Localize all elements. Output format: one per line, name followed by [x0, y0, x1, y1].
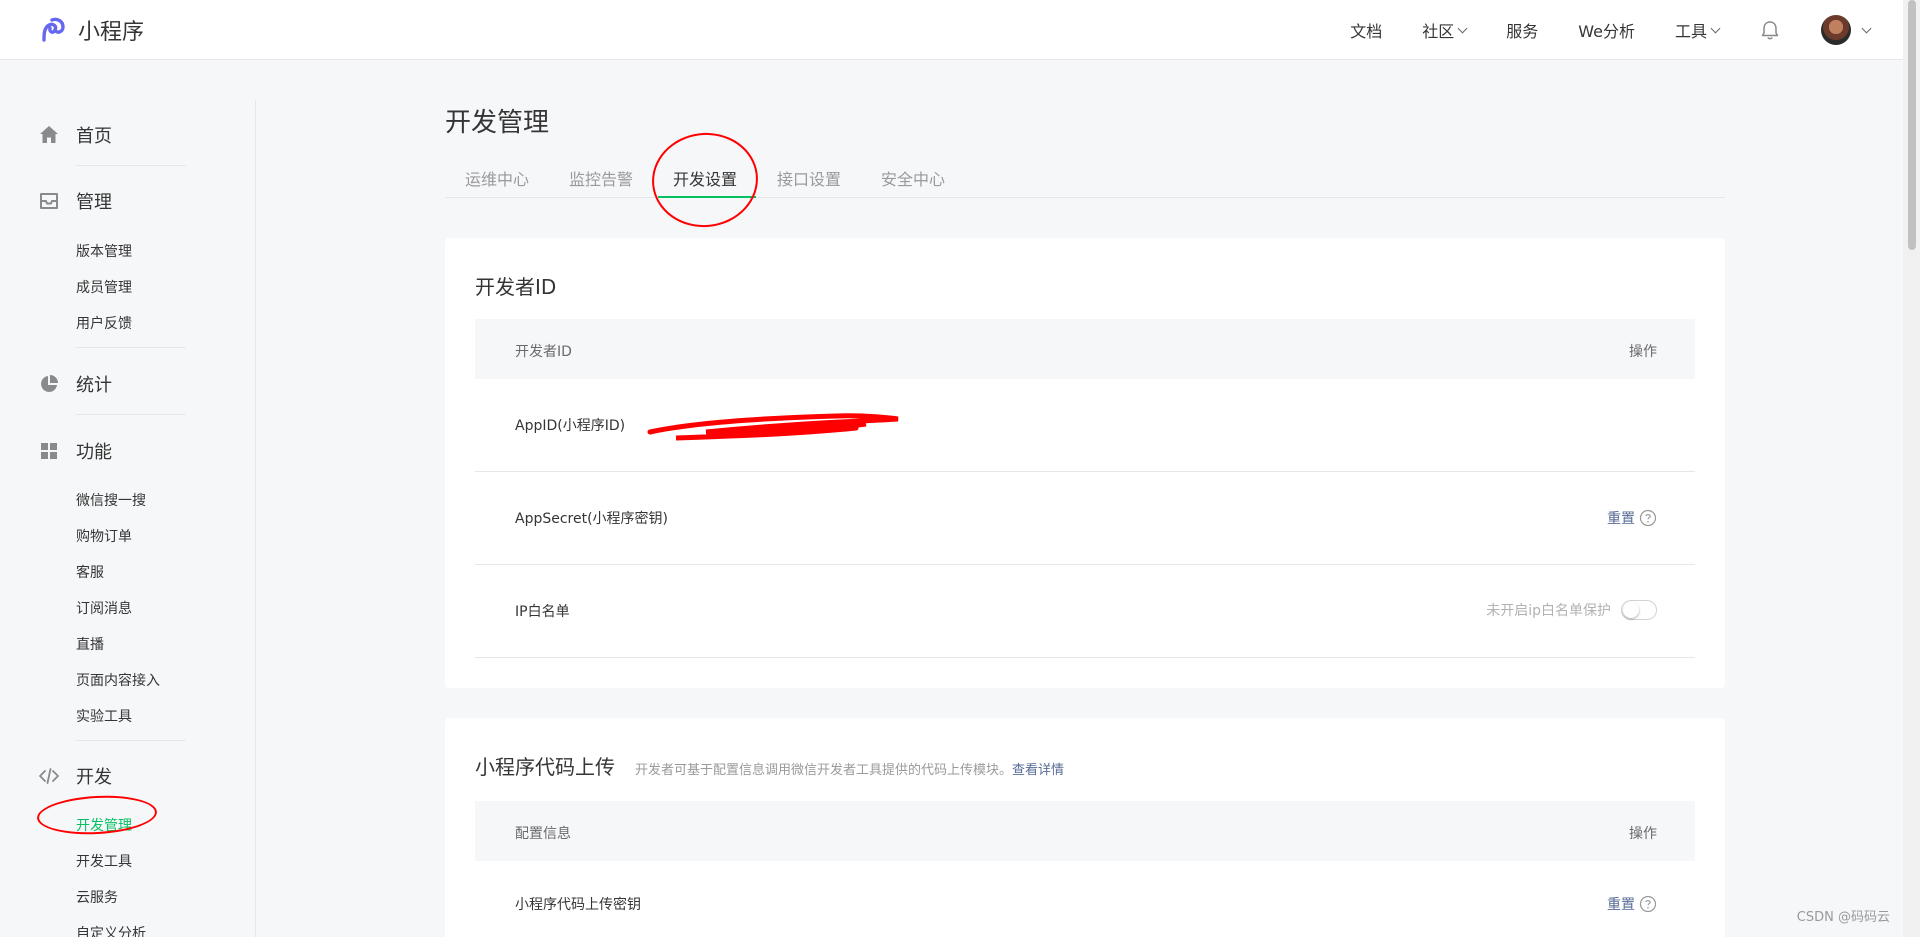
miniprogram-logo-icon — [42, 17, 65, 42]
sidebar-item-shopping-orders[interactable]: 购物订单 — [76, 526, 132, 546]
nav-we-analysis-label: We分析 — [1578, 22, 1635, 41]
appsecret-actions: 重置 — [1607, 508, 1657, 528]
tab-security-center[interactable]: 安全中心 — [881, 166, 945, 190]
nav-docs-label: 文档 — [1350, 22, 1383, 41]
sidebar-item-customer-service[interactable]: 客服 — [76, 562, 104, 582]
sidebar-divider — [76, 347, 186, 348]
sidebar-item-version-management[interactable]: 版本管理 — [76, 241, 132, 261]
sidebar-divider — [76, 165, 186, 166]
sidebar-item-wechat-search[interactable]: 微信搜一搜 — [76, 490, 146, 510]
table-row-ip-whitelist: IP白名单 未开启ip白名单保护 — [475, 565, 1695, 658]
sidebar-item-dev-tools[interactable]: 开发工具 — [76, 851, 132, 871]
chevron-down-icon — [1457, 23, 1468, 33]
tab-monitoring[interactable]: 监控告警 — [569, 166, 633, 190]
card-title-row: 小程序代码上传 开发者可基于配置信息调用微信开发者工具提供的代码上传模块。 查看… — [475, 751, 1064, 780]
column-header-action: 操作 — [1629, 826, 1657, 842]
sidebar-item-live[interactable]: 直播 — [76, 634, 104, 654]
code-upload-card: 小程序代码上传 开发者可基于配置信息调用微信开发者工具提供的代码上传模块。 查看… — [445, 718, 1725, 937]
sidebar-divider — [76, 414, 186, 415]
ip-whitelist-label: IP白名单 — [515, 604, 570, 620]
sidebar-item-experiment-tools[interactable]: 实验工具 — [76, 706, 132, 726]
reset-appsecret-link[interactable]: 重置 — [1607, 508, 1635, 528]
sidebar-item-dev[interactable]: 开发 — [38, 763, 112, 789]
grid-icon — [41, 443, 57, 459]
sidebar-item-subscription-messages[interactable]: 订阅消息 — [76, 598, 132, 618]
logo[interactable]: 小程序 — [38, 14, 144, 46]
nav-community[interactable]: 社区 — [1422, 18, 1468, 42]
sidebar-divider — [76, 740, 186, 741]
nav-docs[interactable]: 文档 — [1350, 18, 1382, 42]
sidebar-item-custom-analysis[interactable]: 自定义分析 — [76, 923, 146, 937]
home-icon — [40, 126, 58, 143]
sidebar-item-features[interactable]: 功能 — [38, 438, 112, 464]
sidebar-item-home[interactable]: 首页 — [38, 122, 112, 148]
pie-chart-icon — [41, 375, 58, 392]
sidebar-label: 功能 — [76, 442, 112, 463]
tab-ops-center[interactable]: 运维中心 — [465, 166, 529, 190]
column-header-action: 操作 — [1629, 344, 1657, 360]
chevron-down-icon[interactable] — [1861, 23, 1872, 33]
card-description: 开发者可基于配置信息调用微信开发者工具提供的代码上传模块。 — [635, 763, 1013, 778]
column-header-config: 配置信息 — [515, 826, 571, 842]
nav-we-analysis[interactable]: We分析 — [1578, 18, 1635, 42]
sidebar-label: 管理 — [76, 192, 112, 213]
sidebar-label: 首页 — [76, 126, 112, 147]
chevron-down-icon — [1710, 23, 1721, 33]
tab-api-settings[interactable]: 接口设置 — [777, 166, 841, 190]
help-circle-icon[interactable] — [1639, 509, 1657, 527]
sidebar-item-stats[interactable]: 统计 — [38, 371, 112, 397]
sidebar-label: 开发 — [76, 767, 112, 788]
toggle-knob — [1623, 602, 1639, 618]
table-header: 开发者ID 操作 — [475, 319, 1695, 379]
card-title: 开发者ID — [475, 275, 557, 299]
table-row-appsecret: AppSecret(小程序密钥) 重置 — [475, 472, 1695, 565]
inbox-icon — [40, 193, 58, 209]
nav-services[interactable]: 服务 — [1506, 18, 1538, 42]
card-title: 小程序代码上传 — [475, 755, 615, 779]
sidebar-item-user-feedback[interactable]: 用户反馈 — [76, 313, 132, 333]
vertical-scrollbar[interactable] — [1903, 0, 1920, 937]
upload-key-actions: 重置 — [1607, 894, 1657, 914]
top-nav: 文档 社区 服务 We分析 工具 — [1350, 0, 1920, 60]
scrollbar-thumb[interactable] — [1908, 0, 1916, 250]
appsecret-label: AppSecret(小程序密钥) — [515, 511, 669, 527]
sidebar-item-member-management[interactable]: 成员管理 — [76, 277, 132, 297]
top-bar: 小程序 文档 社区 服务 We分析 工具 — [0, 0, 1920, 60]
sidebar-item-manage[interactable]: 管理 — [38, 188, 112, 214]
page-title: 开发管理 — [445, 108, 550, 138]
table-header: 配置信息 操作 — [475, 801, 1695, 861]
ip-whitelist-status: 未开启ip白名单保护 — [1486, 603, 1611, 619]
column-header-id: 开发者ID — [515, 344, 572, 360]
help-circle-icon[interactable] — [1639, 895, 1657, 913]
nav-tools-label: 工具 — [1674, 22, 1707, 41]
sidebar-item-cloud-services[interactable]: 云服务 — [76, 887, 118, 907]
sidebar-label: 统计 — [76, 375, 112, 396]
red-annotation-circle — [647, 127, 763, 233]
code-icon — [39, 768, 59, 784]
ip-whitelist-toggle[interactable] — [1621, 600, 1657, 620]
reset-upload-key-link[interactable]: 重置 — [1607, 894, 1635, 914]
upload-key-label: 小程序代码上传密钥 — [515, 897, 641, 913]
red-redaction-scribble — [647, 413, 899, 441]
table-row-upload-key: 小程序代码上传密钥 重置 — [475, 861, 1695, 937]
ip-whitelist-actions: 未开启ip白名单保护 — [1486, 600, 1657, 620]
sidebar-item-page-content[interactable]: 页面内容接入 — [76, 670, 160, 690]
nav-tools[interactable]: 工具 — [1674, 18, 1721, 42]
developer-id-card: 开发者ID 开发者ID 操作 AppID(小程序ID) AppSecret(小程… — [445, 238, 1725, 688]
appid-label: AppID(小程序ID) — [515, 418, 626, 434]
view-details-link[interactable]: 查看详情 — [1012, 759, 1064, 778]
nav-community-label: 社区 — [1422, 22, 1455, 41]
nav-services-label: 服务 — [1506, 22, 1539, 41]
bell-icon[interactable] — [1759, 19, 1781, 41]
watermark: CSDN @码码云 — [1796, 910, 1890, 925]
user-avatar[interactable] — [1821, 15, 1851, 45]
tab-bar: 运维中心 监控告警 开发设置 接口设置 安全中心 — [445, 160, 1725, 198]
logo-text: 小程序 — [78, 20, 145, 45]
